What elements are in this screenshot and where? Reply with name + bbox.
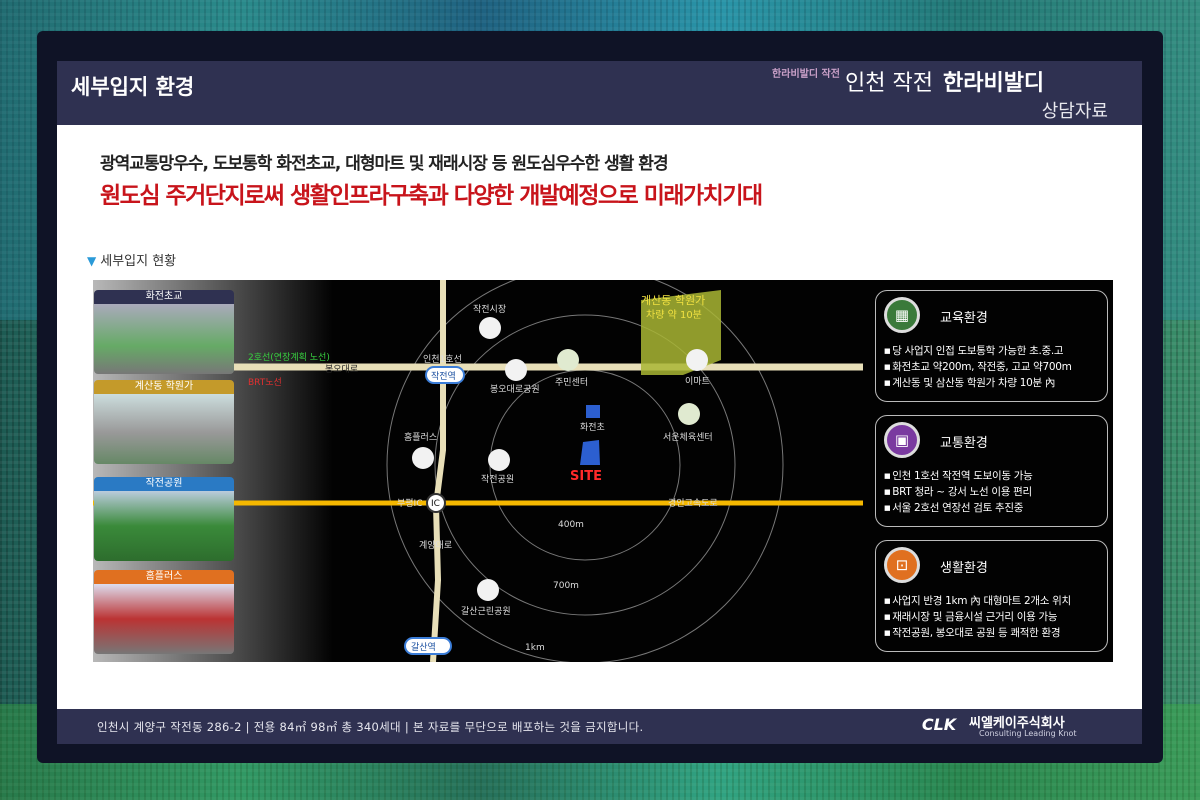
header-subtitle: 상담자료 (1041, 101, 1108, 122)
panel-title: 교육환경 (940, 311, 988, 326)
panel-title: 교통환경 (940, 436, 988, 451)
homeplus-label: 홈플러스 (404, 431, 437, 443)
panel-list: 당 사업지 인접 도보통학 가능한 초.중.고 화전초교 약200m, 작전중,… (884, 343, 1072, 391)
school-label: 화전초 (580, 422, 605, 433)
panel-item: 작전공원, 봉오대로 공원 등 쾌적한 환경 (884, 625, 1071, 641)
academy-photo (94, 394, 234, 464)
site-label: SITE (570, 469, 602, 484)
photo-caption: 작전공원 (94, 477, 234, 491)
homeplus-photo (94, 584, 234, 654)
location-map: IC 2호선(연장계획 노선) BRT노선 계산동 학원가 차량 약 10분 S… (93, 280, 1113, 662)
page-title: 세부입지 환경 (71, 75, 195, 99)
section-heading: ▼ 세부입지 현황 (87, 250, 176, 269)
line2-label: 2호선(연장계획 노선) (248, 351, 330, 363)
panel-item: 당 사업지 인접 도보통학 가능한 초.중.고 (884, 343, 1072, 359)
brand-name: 한라비발디 (942, 71, 1045, 96)
seoun-label: 서운체육센터 (663, 432, 713, 443)
tagline-headline: 원도심 주거단지로써 생활인프라구축과 다양한 개발예정으로 미래가치기대 (100, 183, 763, 209)
site-marker (580, 440, 600, 465)
panel-list: 인천 1호선 작전역 도보이동 가능 BRT 청라 ~ 강서 노선 이용 편리 … (884, 468, 1033, 516)
ring-400-label: 400m (558, 520, 584, 530)
panel-item: 인천 1호선 작전역 도보이동 가능 (884, 468, 1033, 484)
park-photo (94, 491, 234, 561)
panel-title: 생활환경 (940, 561, 988, 576)
panel-item: 계산동 및 삼산동 학원가 차량 10분 內 (884, 375, 1072, 391)
galsan-park-label: 갈산근린공원 (461, 606, 511, 617)
panel-item: BRT 청라 ~ 강서 노선 이용 편리 (884, 484, 1032, 500)
bupyeong-ic-label: 부평IC (397, 498, 423, 509)
panel-list: 사업지 반경 1km 內 대형마트 2개소 위치 재래시장 및 금융시설 근거리… (884, 593, 1071, 641)
company-tagline: Consulting Leading Knot (979, 729, 1077, 738)
ic-label: IC (431, 499, 440, 509)
brand-logo: 한라비발디 작전 (772, 69, 840, 80)
community-pin (557, 349, 579, 371)
slide-footer: 인천시 계양구 작전동 286-2 | 전용 84㎡ 98㎡ 총 340세대 |… (57, 709, 1142, 744)
photo-academy: 계산동 학원가 (94, 380, 234, 464)
panel-item: 서울 2호선 연장선 검토 추진중 (884, 500, 1032, 516)
school-photo (94, 304, 234, 374)
section-title: 세부입지 현황 (100, 254, 177, 269)
park-pin (505, 359, 527, 381)
incheon-line-label: 인천1호선 (423, 354, 462, 365)
school-icon: ▦ (884, 297, 920, 333)
photo-caption: 홈플러스 (94, 570, 234, 584)
photo-caption: 계산동 학원가 (94, 380, 234, 394)
galsan-station-label: 갈산역 (411, 642, 436, 653)
footer-info: 인천시 계양구 작전동 286-2 | 전용 84㎡ 98㎡ 총 340세대 |… (97, 720, 644, 734)
panel-item: 화전초교 약200m, 작전중, 고교 약700m (884, 359, 1072, 375)
market-pin (479, 317, 501, 339)
panel-item: 재래시장 및 금융시설 근거리 이용 가능 (884, 609, 1071, 625)
living-panel: ⊡ 생활환경 사업지 반경 1km 內 대형마트 2개소 위치 재래시장 및 금… (875, 540, 1108, 652)
jakjeon-park-pin (488, 449, 510, 471)
jakjeon-park-label: 작전공원 (481, 474, 514, 485)
emart-pin (686, 349, 708, 371)
bongo-daero-label: 봉오대로 (325, 364, 358, 375)
photo-park: 작전공원 (94, 477, 234, 561)
gyeyang-daero-label: 계양대로 (419, 539, 452, 551)
panel-item: 사업지 반경 1km 內 대형마트 2개소 위치 (884, 593, 1071, 609)
photo-caption: 화전초교 (94, 290, 234, 304)
school-marker (586, 405, 600, 418)
academy-sub-label: 차량 약 10분 (646, 309, 702, 321)
company-logo: CLK (921, 715, 957, 734)
community-label: 주민센터 (555, 377, 588, 388)
incheon-line1-route (430, 280, 446, 662)
expressway-label: 경인고속도로 (668, 497, 718, 509)
photo-school: 화전초교 (94, 290, 234, 374)
photo-homeplus: 홈플러스 (94, 570, 234, 654)
homeplus-pin (412, 447, 434, 469)
seoun-pin (678, 403, 700, 425)
cart-icon: ⊡ (884, 547, 920, 583)
transport-panel: ▣ 교통환경 인천 1호선 작전역 도보이동 가능 BRT 청라 ~ 강서 노선… (875, 415, 1108, 527)
market-label: 작전시장 (473, 304, 506, 315)
brand-location: 인천 작전 (845, 71, 933, 96)
slide: 세부입지 환경 한라비발디 작전 인천 작전 한라비발디 상담자료 광역교통망우수… (57, 61, 1142, 744)
brt-label: BRT노선 (248, 377, 282, 388)
ring-700-label: 700m (553, 581, 579, 591)
brand-title: 인천 작전 한라비발디 (845, 65, 1044, 97)
slide-header: 세부입지 환경 한라비발디 작전 인천 작전 한라비발디 상담자료 (57, 61, 1142, 125)
ring-1km-label: 1km (525, 643, 545, 653)
train-icon: ▣ (884, 422, 920, 458)
galsan-park-pin (477, 579, 499, 601)
chevron-icon: ▼ (87, 254, 97, 268)
emart-label: 이마트 (685, 376, 710, 387)
jakjeon-station-label: 작전역 (431, 371, 456, 382)
education-panel: ▦ 교육환경 당 사업지 인접 도보통학 가능한 초.중.고 화전초교 약200… (875, 290, 1108, 402)
academy-label: 계산동 학원가 (641, 294, 705, 307)
bongo-park-label: 봉오대로공원 (490, 384, 540, 395)
tagline-primary: 광역교통망우수, 도보통학 화전초교, 대형마트 및 재래시장 등 원도심우수한… (100, 154, 669, 174)
